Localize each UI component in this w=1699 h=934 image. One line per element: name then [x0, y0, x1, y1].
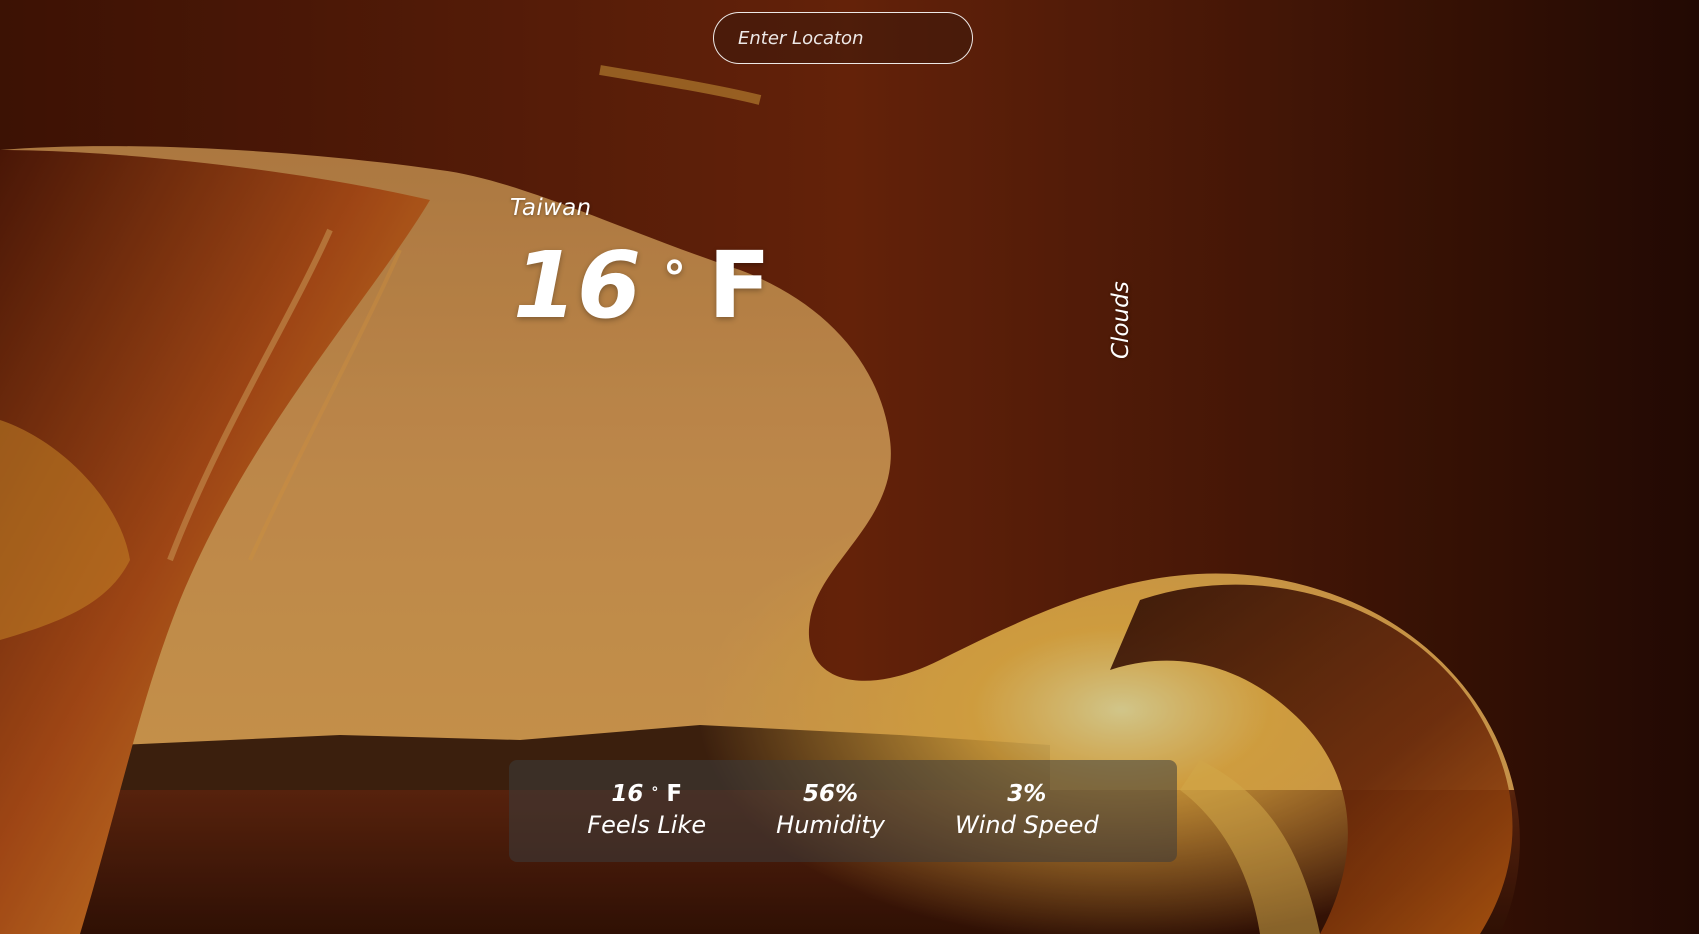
feels-like-number: 16 [611, 781, 644, 808]
degree-symbol: ° [663, 251, 687, 305]
humidity-stat: 56% Humidity [776, 780, 885, 841]
location-name: Taiwan [510, 195, 592, 221]
weather-condition: Clouds [1108, 281, 1134, 359]
feels-like-label: Feels Like [587, 811, 707, 840]
humidity-label: Humidity [776, 811, 885, 840]
feels-like-unit: F [666, 781, 683, 808]
feels-like-degree: ° [651, 784, 659, 801]
temperature-unit: F [708, 232, 771, 339]
search-bar [713, 12, 973, 64]
location-search-input[interactable] [713, 12, 973, 64]
wind-speed-label: Wind Speed [954, 811, 1099, 840]
temperature-value: 16 [513, 232, 642, 339]
feels-like-stat: 16 ° F Feels Like [587, 780, 706, 841]
wind-speed-stat: 3% Wind Speed [955, 780, 1099, 841]
feels-like-value: 16 ° F [587, 780, 706, 809]
current-temperature: 16 ° F [513, 240, 771, 332]
humidity-value: 56% [803, 781, 859, 808]
weather-stats-panel: 16 ° F Feels Like 56% Humidity 3% Wind Spe… [509, 760, 1177, 862]
wind-speed-value: 3% [1007, 781, 1047, 808]
